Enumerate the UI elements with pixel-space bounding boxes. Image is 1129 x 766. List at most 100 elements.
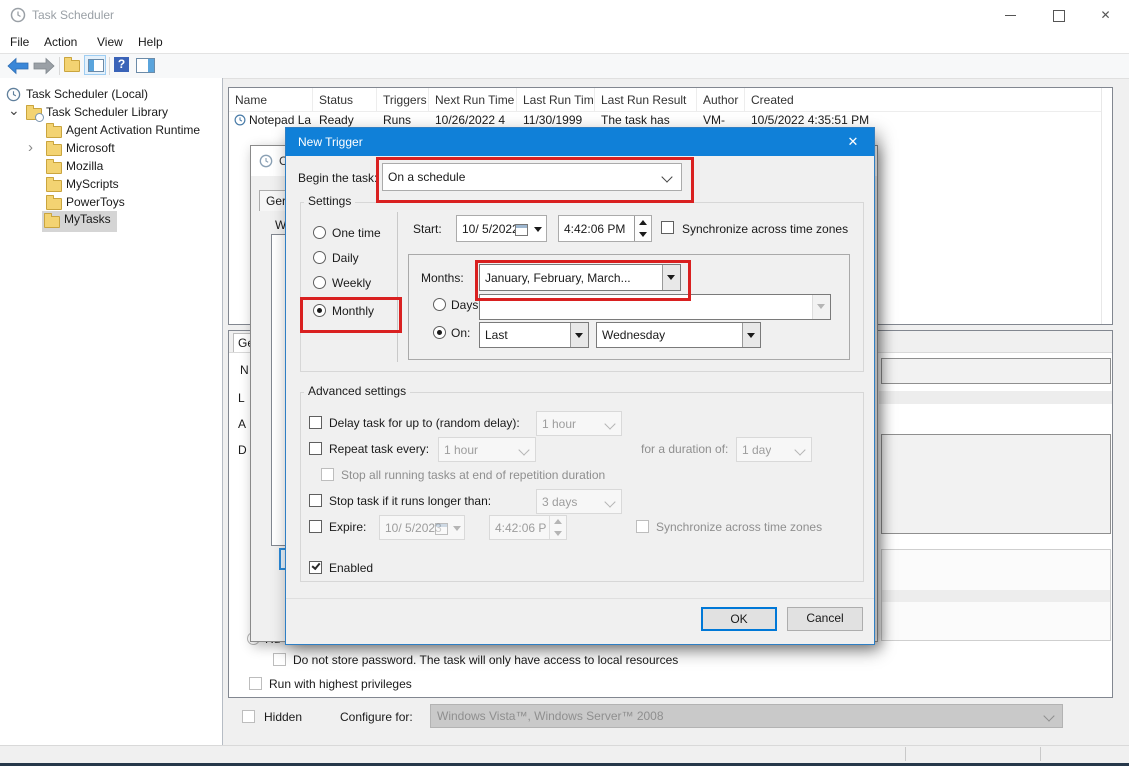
column-header-status[interactable]: Status [313,88,377,112]
show-console-tree-icon[interactable] [64,58,80,70]
chevron-down-icon [1043,710,1054,721]
menu-action[interactable]: Action [44,35,77,49]
dialog-close-button[interactable]: ✕ [832,128,874,156]
months-value: January, February, March... [485,271,631,285]
start-label: Start: [413,222,442,236]
expire-date-picker[interactable]: 10/ 5/2023 [379,515,465,540]
column-header-name[interactable]: Name [229,88,313,112]
dropdown-arrow-icon [534,227,542,232]
duration-value: 1 day [742,443,771,457]
location-label-fragment: L [238,391,245,405]
begin-task-select[interactable]: On a schedule [382,163,682,191]
column-header-last-run-result[interactable]: Last Run Result [595,88,697,112]
close-icon: ✕ [1100,8,1110,22]
repeat-checkbox[interactable] [309,442,322,455]
begin-task-value: On a schedule [388,170,465,184]
menu-help[interactable]: Help [138,35,163,49]
hidden-label: Hidden [264,710,302,724]
tree-item-label: PowerToys [66,195,125,209]
menubar: File Action View Help [0,30,1129,54]
stop-longer-value: 3 days [542,495,577,509]
task-scheduler-window: Task Scheduler ✕ File Action View Help ? [0,0,1129,766]
repeat-select[interactable]: 1 hour [438,437,536,462]
new-trigger-dialog: New Trigger ✕ Begin the task: On a sched… [285,127,875,645]
monthly-radio[interactable] [313,304,326,317]
daily-radio[interactable] [313,251,326,264]
column-header-next-run-time[interactable]: Next Run Time [429,88,517,112]
close-button[interactable]: ✕ [1083,0,1128,30]
cancel-button[interactable]: Cancel [787,607,863,631]
hidden-checkbox[interactable] [242,710,255,723]
action-panel-toggle-icon[interactable] [136,58,155,73]
expire-time-spinner[interactable]: 4:42:06 PM [489,515,567,540]
configure-for-select[interactable]: Windows Vista™, Windows Server™ 2008 [430,704,1063,728]
expire-label: Expire: [329,520,366,534]
dropdown-button[interactable] [662,265,680,290]
stop-longer-select[interactable]: 3 days [536,489,622,514]
weekly-radio[interactable] [313,276,326,289]
stop-all-checkbox[interactable] [321,468,334,481]
dropdown-button[interactable] [812,295,830,319]
folder-icon [46,180,62,192]
help-icon[interactable]: ? [114,57,129,72]
location-row-strip [879,391,1112,404]
console-panel-toggle-icon[interactable] [84,55,106,75]
sync-timezones-checkbox[interactable] [661,221,674,234]
menu-view[interactable]: View [97,35,123,49]
ok-button[interactable]: OK [701,607,777,631]
back-icon[interactable] [7,56,29,76]
column-header-triggers[interactable]: Triggers [377,88,429,112]
menu-file[interactable]: File [10,35,29,49]
name-field [881,358,1111,384]
duration-select[interactable]: 1 day [736,437,812,462]
days-radio[interactable] [433,298,446,311]
dropdown-button[interactable] [742,323,760,347]
spinner-up-icon [639,220,647,225]
highest-privileges-checkbox[interactable] [249,677,262,690]
enabled-checkbox[interactable] [309,561,322,574]
dropdown-button[interactable] [570,323,588,347]
column-header-created[interactable]: Created [745,88,1107,112]
maximize-button[interactable] [1036,0,1081,30]
dropdown-arrow-icon [453,526,461,531]
one-time-radio[interactable] [313,226,326,239]
expire-checkbox[interactable] [309,520,322,533]
minimize-button[interactable] [989,0,1034,30]
create-task-tab-general[interactable]: Ger [259,190,287,211]
start-time-spinner[interactable]: 4:42:06 PM [558,215,652,242]
forward-icon[interactable] [33,56,55,76]
app-clock-icon [10,7,26,23]
description-label-fragment: D [238,443,247,457]
on-week-value: Last [485,328,508,342]
chevron-down-icon[interactable]: ⌄ [8,102,20,119]
enabled-label: Enabled [329,561,373,575]
close-icon: ✕ [848,134,859,149]
clock-icon [6,87,21,102]
expire-sync-checkbox[interactable] [636,520,649,533]
chevron-down-icon [661,171,672,182]
months-select[interactable]: January, February, March... [479,264,681,291]
start-date-picker[interactable]: 10/ 5/2022 [456,215,547,242]
days-select[interactable] [479,294,831,320]
folder-icon [46,198,62,210]
chevron-down-icon [518,444,529,455]
status-bar [0,745,1129,764]
spinner-buttons[interactable] [549,516,566,539]
do-not-store-password-checkbox[interactable] [273,653,286,666]
spinner-buttons[interactable] [634,216,651,241]
folder-icon [44,216,60,228]
author-label-fragment: A [238,417,246,431]
column-header-author[interactable]: Author [697,88,745,112]
tree-item-mytasks[interactable]: MyTasks [42,211,117,232]
stop-longer-checkbox[interactable] [309,494,322,507]
tree-item-label: MyScripts [66,177,119,191]
status-separator [905,747,906,761]
on-radio[interactable] [433,326,446,339]
on-week-select[interactable]: Last [479,322,589,348]
delay-select[interactable]: 1 hour [536,411,622,436]
column-header-last-run-time[interactable]: Last Run Time [517,88,595,112]
delay-checkbox[interactable] [309,416,322,429]
stop-all-label: Stop all running tasks at end of repetit… [341,468,605,482]
on-day-select[interactable]: Wednesday [596,322,761,348]
chevron-right-icon[interactable]: › [28,139,33,156]
